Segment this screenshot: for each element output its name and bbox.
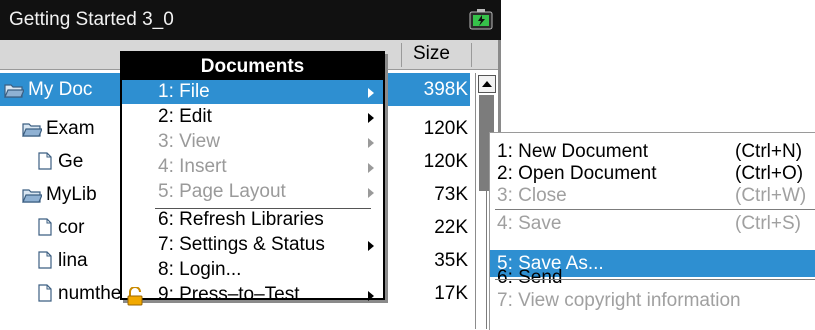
- column-separator: [401, 43, 402, 67]
- submenu-arrow-icon: [368, 163, 374, 173]
- document-title: Getting Started 3_0: [9, 9, 174, 30]
- file-name: Exam: [46, 118, 95, 139]
- menu-item-shortcut: (Ctrl+W): [735, 185, 807, 206]
- documents-menu-item[interactable]: 9: Press–to–Test: [122, 283, 383, 307]
- file-menu-item[interactable]: 3: Close (Ctrl+W): [490, 183, 815, 208]
- file-name: MyLib: [46, 184, 97, 205]
- submenu-arrow-icon: [368, 241, 374, 251]
- menu-item-label: 6: Send: [497, 267, 563, 288]
- battery-icon: [469, 9, 493, 30]
- file-size: 120K: [423, 151, 468, 172]
- menu-divider: [495, 209, 815, 210]
- chevron-up-icon: [482, 81, 492, 87]
- menu-item-label: 7: Settings & Status: [158, 234, 325, 255]
- submenu-arrow-icon: [368, 291, 374, 301]
- folder-icon: [22, 189, 42, 203]
- scrollbar-track: [486, 191, 487, 329]
- document-icon: [38, 218, 52, 236]
- document-icon: [38, 251, 52, 269]
- file-name: My Doc: [28, 79, 93, 100]
- menu-item-label: 4: Insert: [158, 156, 227, 177]
- submenu-arrow-icon: [368, 88, 374, 98]
- column-separator: [471, 43, 472, 67]
- file-submenu: 1: New Document (Ctrl+N) 2: Open Document(…: [489, 132, 815, 330]
- documents-menu-item[interactable]: 2: Edit: [122, 105, 383, 129]
- submenu-arrow-icon: [368, 113, 374, 123]
- file-size: 398K: [423, 79, 468, 100]
- file-menu-item[interactable]: 4: Save (Ctrl+S): [490, 211, 815, 236]
- documents-menu-title: Documents: [122, 53, 383, 81]
- menu-item-label: 1: File: [158, 81, 210, 102]
- documents-menu-item[interactable]: 1: File: [122, 80, 383, 104]
- documents-menu-item[interactable]: 7: Settings & Status: [122, 233, 383, 257]
- file-menu-item[interactable]: 6: Send: [490, 265, 815, 290]
- menu-item-label: 5: Page Layout: [158, 181, 286, 202]
- documents-menu: Documents 1: File 2: Edit 3: View 4: Insert…: [120, 51, 385, 306]
- document-icon: [38, 152, 52, 170]
- menu-item-label: 7: View copyright information: [497, 290, 741, 311]
- document-icon: [38, 284, 52, 302]
- scroll-up-button[interactable]: [478, 75, 496, 93]
- file-size: 22K: [434, 217, 468, 238]
- folder-icon: [22, 123, 42, 137]
- lock-icon: [127, 287, 143, 306]
- menu-item-label: 2: Edit: [158, 106, 212, 127]
- folder-icon: [4, 84, 24, 98]
- file-name: Ge: [58, 151, 84, 172]
- menu-item-shortcut: (Ctrl+S): [735, 213, 801, 234]
- documents-menu-item[interactable]: 8: Login...: [122, 258, 383, 282]
- file-size: 120K: [423, 118, 468, 139]
- file-name: lina: [58, 250, 88, 271]
- documents-menu-item[interactable]: 4: Insert: [122, 155, 383, 179]
- file-size: 35K: [434, 250, 468, 271]
- size-column-header[interactable]: Size: [413, 43, 450, 65]
- file-menu-item[interactable]: 7: View copyright information: [490, 288, 815, 313]
- menu-item-label: 6: Refresh Libraries: [158, 209, 324, 230]
- menu-item-label: 3: View: [158, 131, 220, 152]
- file-size: 73K: [434, 184, 468, 205]
- menu-item-label: 3: Close: [497, 185, 567, 206]
- documents-menu-item[interactable]: 5: Page Layout: [122, 180, 383, 204]
- submenu-arrow-icon: [368, 188, 374, 198]
- menu-item-label: 9: Press–to–Test: [158, 284, 300, 305]
- file-size: 17K: [434, 283, 468, 304]
- file-name: cor: [58, 217, 85, 238]
- menu-item-label: 8: Login...: [158, 259, 242, 280]
- documents-menu-item[interactable]: 6: Refresh Libraries: [122, 208, 383, 232]
- title-bar: Getting Started 3_0: [0, 0, 501, 40]
- menu-divider: [495, 279, 815, 280]
- menu-item-label: 4: Save: [497, 213, 562, 234]
- documents-menu-item[interactable]: 3: View: [122, 130, 383, 154]
- submenu-arrow-icon: [368, 138, 374, 148]
